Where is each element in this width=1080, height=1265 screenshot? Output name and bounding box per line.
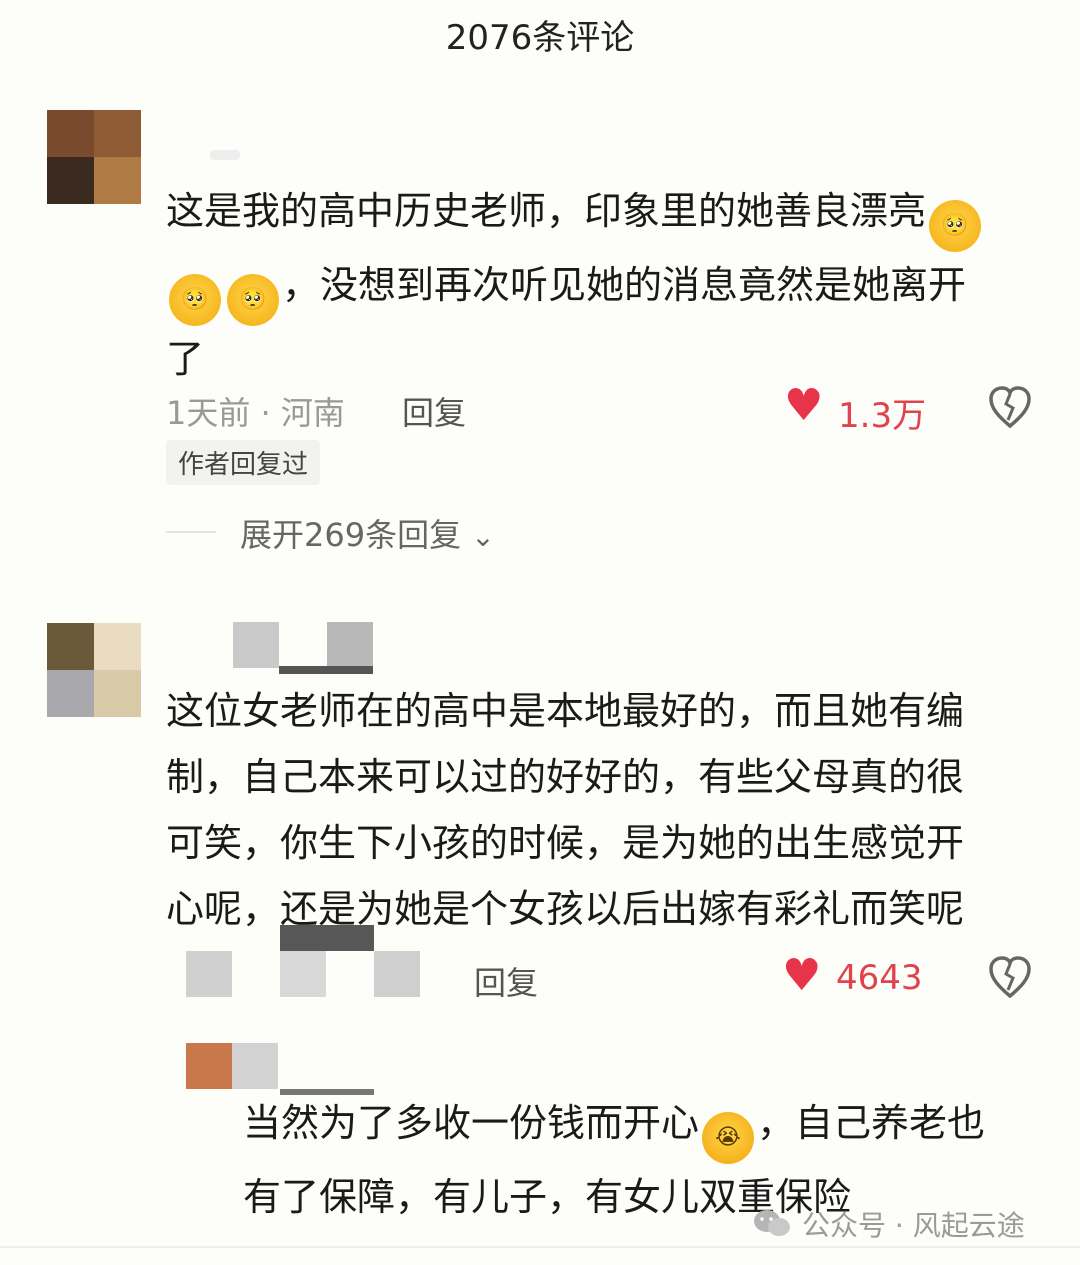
reply-avatar[interactable] — [186, 1043, 374, 1095]
heart-icon[interactable]: ♥ — [782, 950, 821, 1001]
broken-heart-icon[interactable] — [988, 386, 1032, 428]
expand-replies-button[interactable]: 展开269条回复 ⌄ — [240, 510, 495, 556]
reply-text-line: ，自己养老也 — [757, 1101, 986, 1145]
watermark: 公众号 · 风起云途 — [752, 1204, 1025, 1244]
comments-count-title: 2076条评论 — [445, 18, 635, 58]
expand-replies-label: 展开269条回复 — [240, 516, 462, 554]
comment-text: 这是我的高中历史老师，印象里的她善良漂亮 🥺 🥺 🥺 ，没想到再次听见她的消息竟然是她… — [166, 178, 1046, 392]
username-blurred[interactable] — [210, 150, 240, 160]
comment-time-location: 1天前 · 河南 — [166, 394, 345, 432]
comment-text-line: 制，自己本来可以过的好好的，有些父母真的很 — [166, 755, 965, 799]
comment-text-line: 这是我的高中历史老师，印象里的她善良漂亮 — [166, 189, 927, 233]
bottom-divider — [0, 1246, 1080, 1248]
chevron-down-icon: ⌄ — [471, 520, 495, 553]
divider — [166, 531, 216, 533]
avatar[interactable] — [47, 623, 141, 717]
pleading-face-emoji: 🥺 — [929, 200, 982, 252]
reply-button[interactable]: 回复 — [402, 388, 466, 434]
wechat-icon — [752, 1208, 792, 1240]
like-count: 1.3万 — [838, 396, 927, 436]
comment-text: 这位女老师在的高中是本地最好的，而且她有编 制，自己本来可以过的好好的，有些父母… — [166, 678, 1046, 942]
crying-face-emoji: 😭 — [702, 1112, 755, 1164]
avatar[interactable] — [47, 110, 141, 204]
like-count: 4643 — [836, 958, 923, 998]
reply-button[interactable]: 回复 — [474, 958, 538, 1004]
author-replied-badge: 作者回复过 — [166, 440, 321, 485]
pleading-face-emoji: 🥺 — [227, 274, 279, 326]
comment-text-line: 这位女老师在的高中是本地最好的，而且她有编 — [166, 689, 965, 733]
reply-text-line: 当然为了多收一份钱而开心 — [243, 1101, 700, 1145]
broken-heart-icon[interactable] — [988, 956, 1032, 998]
comment-text-line: 可笑，你生下小孩的时候，是为她的出生感觉开 — [166, 821, 965, 865]
comment-text-line: 了 — [166, 337, 205, 381]
username-blurred[interactable] — [233, 622, 373, 674]
pleading-face-emoji: 🥺 — [169, 274, 221, 326]
watermark-text: 公众号 · 风起云途 — [802, 1209, 1025, 1242]
comment-time-location-blurred — [186, 925, 426, 997]
heart-icon[interactable]: ♥ — [784, 380, 823, 431]
comment-text-line: ，没想到再次听见她的消息竟然是她离开 — [282, 263, 967, 307]
